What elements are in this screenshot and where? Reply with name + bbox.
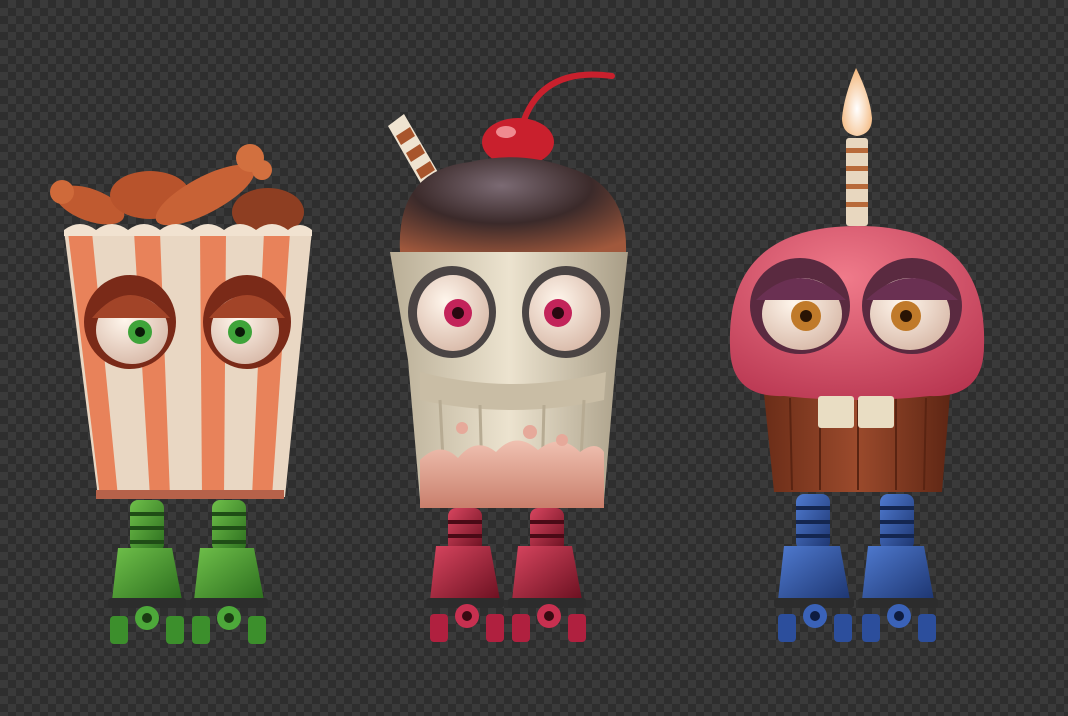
cupcake-left-eye [750,258,850,354]
bucket-right-leg-skate [190,500,268,644]
milkshake-right-eye [522,266,610,358]
milkshake-character [388,71,628,642]
cupcake-left-leg-skate [774,494,854,642]
cupcake-right-leg-skate [858,494,938,642]
cupcake-right-eye [862,258,962,354]
cupcake-wrapper [764,394,950,492]
render-canvas [0,0,1068,716]
milkshake-right-leg-skate [508,508,586,642]
milkshake-left-eye [408,266,496,358]
birthday-candle [842,68,872,226]
bucket-left-eye [84,275,176,369]
chicken-bucket-character [50,144,312,644]
cherry [482,71,615,166]
character-render [50,68,985,644]
bucket-right-eye [203,275,291,369]
milkshake-left-leg-skate [426,508,504,642]
bucket-left-leg-skate [108,500,186,644]
striped-bucket-body [64,224,312,499]
fried-chicken-pieces [50,144,304,236]
cupcake-character [729,68,985,642]
